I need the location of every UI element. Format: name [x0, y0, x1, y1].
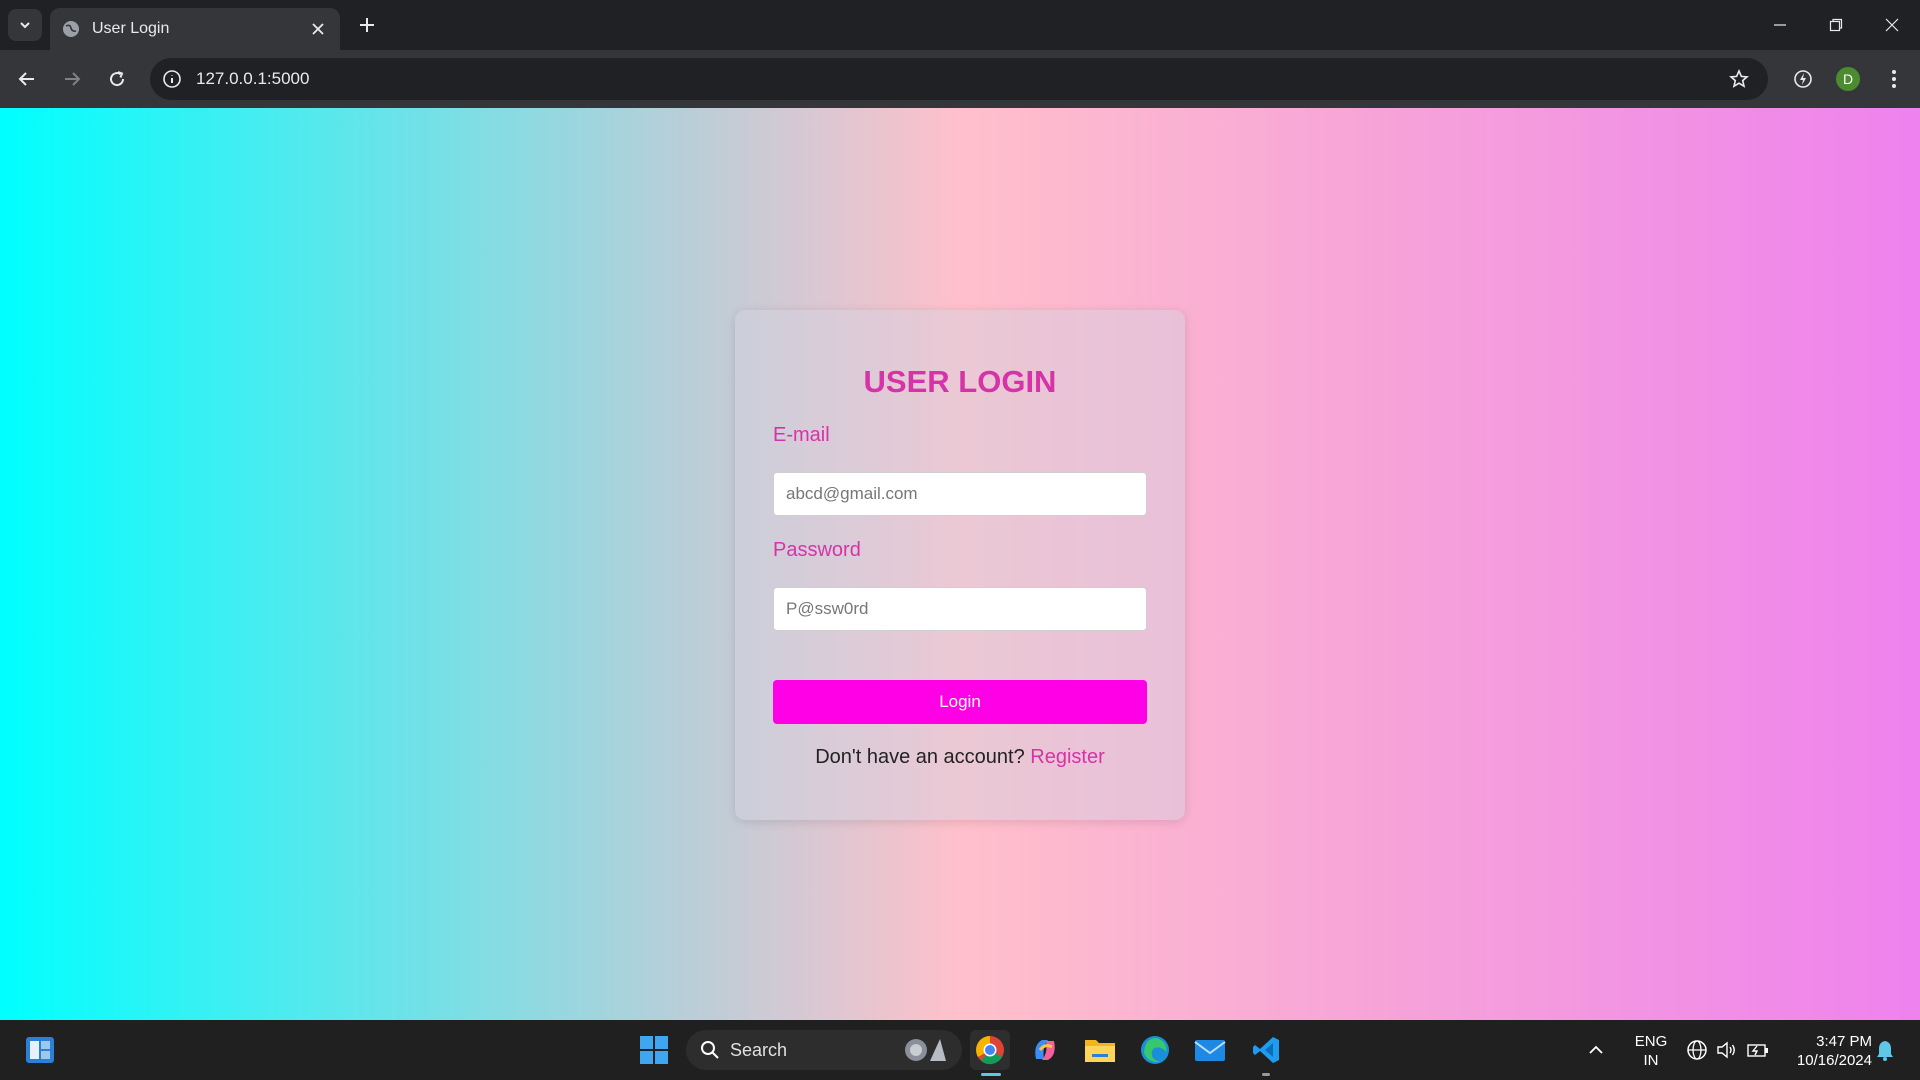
language-indicator[interactable]: ENG IN [1624, 1032, 1678, 1070]
email-label: E-mail [773, 424, 830, 446]
chevron-up-icon [1589, 1045, 1603, 1054]
bell-icon [1877, 1041, 1893, 1061]
volume-button[interactable] [1716, 1020, 1738, 1080]
chrome-icon [976, 1036, 1004, 1065]
page-viewport: USER LOGIN E-mail Password Login Don't h… [0, 108, 1920, 1020]
speaker-icon [1717, 1041, 1735, 1059]
avatar: D [1836, 67, 1860, 91]
start-button[interactable] [634, 1030, 674, 1070]
search-highlight-icon [905, 1039, 946, 1061]
language-line-1: ENG [1634, 1033, 1668, 1050]
arrow-right-icon [65, 72, 81, 86]
profile-button[interactable]: D [1833, 64, 1863, 94]
site-info-icon[interactable] [162, 69, 182, 89]
register-link[interactable]: Register [1030, 746, 1104, 768]
close-window-button[interactable] [1864, 0, 1920, 50]
mail-icon [1194, 1040, 1226, 1061]
email-field[interactable] [773, 472, 1147, 516]
taskbar-chrome[interactable] [970, 1030, 1010, 1070]
search-label: Search [730, 1039, 788, 1060]
browser-menu-button[interactable] [1879, 64, 1909, 94]
bookmark-star-icon[interactable] [1724, 64, 1754, 94]
minimize-icon [1774, 24, 1786, 26]
kebab-menu-icon [1892, 70, 1896, 88]
back-button[interactable] [12, 64, 42, 94]
network-button[interactable] [1686, 1020, 1708, 1080]
taskbar-file-explorer[interactable] [1080, 1030, 1120, 1070]
reload-button[interactable] [102, 64, 132, 94]
tab-user-login[interactable]: User Login [50, 8, 340, 50]
language-line-2: IN [1643, 1052, 1659, 1069]
arrow-left-icon [18, 72, 34, 86]
windows-logo-icon [640, 1036, 668, 1064]
close-icon [1885, 18, 1899, 32]
widgets-icon [26, 1037, 54, 1063]
browser-toolbar: 127.0.0.1:5000 D [0, 50, 1920, 108]
show-hidden-icons-button[interactable] [1588, 1020, 1604, 1080]
copilot-icon [1035, 1040, 1055, 1060]
battery-button[interactable] [1746, 1020, 1770, 1080]
plus-icon [360, 18, 374, 32]
clock-time: 3:47 PM [1816, 1033, 1872, 1050]
taskbar-search[interactable]: Search [686, 1030, 962, 1070]
password-field[interactable] [773, 587, 1147, 631]
extensions-button[interactable] [1788, 64, 1818, 94]
taskbar-edge[interactable] [1135, 1030, 1175, 1070]
page-title: USER LOGIN [863, 364, 1057, 399]
globe-network-icon [1687, 1040, 1707, 1060]
register-prompt-line: Don't have an account? Register [735, 746, 1185, 769]
close-tab-icon[interactable] [306, 17, 330, 41]
vscode-open-indicator [1262, 1073, 1270, 1076]
taskbar-clock[interactable]: 3:47 PM 10/16/2024 [1780, 1032, 1872, 1070]
minimize-button[interactable] [1752, 0, 1808, 50]
folder-icon [1085, 1040, 1115, 1062]
login-button[interactable]: Login [773, 680, 1147, 724]
widgets-button[interactable] [20, 1030, 60, 1070]
taskbar-vscode[interactable] [1246, 1030, 1286, 1070]
battery-charging-icon [1747, 1044, 1768, 1057]
clock-date: 10/16/2024 [1796, 1052, 1872, 1069]
globe-icon [62, 20, 80, 38]
vscode-icon [1253, 1037, 1279, 1063]
chevron-down-icon [20, 22, 30, 29]
url-text[interactable]: 127.0.0.1:5000 [196, 69, 1724, 89]
login-card: USER LOGIN E-mail Password Login Don't h… [735, 310, 1185, 820]
restore-icon [1829, 18, 1843, 32]
edge-icon [1141, 1036, 1169, 1064]
notifications-button[interactable] [1875, 1020, 1895, 1080]
forward-button[interactable] [57, 64, 87, 94]
tab-search-button[interactable] [8, 9, 42, 41]
browser-tabstrip: User Login [0, 0, 1920, 50]
new-tab-button[interactable] [352, 10, 382, 40]
reload-icon [110, 71, 125, 87]
register-prompt: Don't have an account? [815, 746, 1025, 768]
performance-icon [1794, 70, 1812, 88]
search-icon [701, 1041, 719, 1059]
taskbar: Search ENG IN 3:47 PM 10/16/2024 [0, 1020, 1920, 1080]
address-bar[interactable]: 127.0.0.1:5000 [150, 58, 1768, 100]
taskbar-mail[interactable] [1190, 1030, 1230, 1070]
password-label: Password [773, 539, 861, 561]
chrome-active-indicator [981, 1073, 1001, 1076]
tab-title: User Login [92, 20, 170, 37]
restore-button[interactable] [1808, 0, 1864, 50]
window-controls [1752, 0, 1920, 50]
taskbar-copilot[interactable] [1025, 1030, 1065, 1070]
